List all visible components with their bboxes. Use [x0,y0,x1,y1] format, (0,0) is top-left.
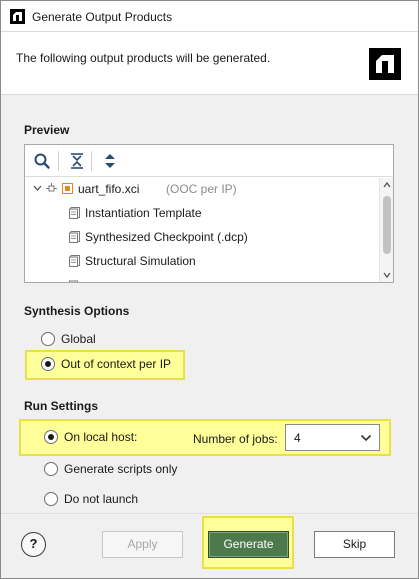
preview-panel: uart_fifo.xci (OOC per IP) Instantiation… [24,144,394,283]
number-of-jobs-select[interactable]: 4 [285,424,380,451]
global-radio-option[interactable]: Global [41,329,161,351]
generate-button[interactable]: Generate [208,531,289,558]
local-host-radio-option[interactable]: On local host: [44,427,164,449]
footer-divider [1,513,418,514]
chevron-down-icon[interactable] [360,434,372,442]
preview-toolbar [25,145,393,177]
do-not-launch-radio[interactable] [44,492,58,506]
chevron-down-icon[interactable] [33,185,42,192]
ooc-radio-option[interactable]: Out of context per IP [41,354,181,376]
preview-label: Preview [24,123,70,137]
synthesis-options-label: Synthesis Options [24,304,130,318]
tree-row-root[interactable]: uart_fifo.xci (OOC per IP) [25,178,379,200]
tree-row-child[interactable]: Instantiation Template [25,202,379,224]
generate-output-products-dialog: Generate Output Products The following o… [0,0,419,579]
dialog-header: The following output products will be ge… [1,32,418,95]
tree-root-name: uart_fifo.xci [78,182,140,196]
tree-child-label: Synthesized Checkpoint (.dcp) [85,230,248,244]
preview-scrollbar[interactable] [379,178,393,282]
scripts-only-radio[interactable] [44,462,58,476]
skip-button[interactable]: Skip [314,531,395,558]
help-button[interactable]: ? [21,532,46,557]
global-radio[interactable] [41,332,55,346]
tree-child-label: Instantiation Template [85,206,202,220]
document-icon [69,255,80,267]
tree-row-child-partial [25,274,379,282]
tree-row-child[interactable]: Structural Simulation [25,250,379,272]
document-icon [69,280,78,282]
ip-core-icon [62,183,73,194]
number-of-jobs-value: 4 [294,431,301,445]
expand-all-icon[interactable] [100,151,120,171]
do-not-launch-radio-option[interactable]: Do not launch [44,489,164,511]
preview-tree: uart_fifo.xci (OOC per IP) Instantiation… [25,178,379,282]
tree-row-child[interactable]: Synthesized Checkpoint (.dcp) [25,226,379,248]
amd-logo-icon [369,48,401,80]
collapse-all-icon[interactable] [67,151,87,171]
scripts-only-radio-label: Generate scripts only [64,462,178,476]
global-radio-label: Global [61,332,96,346]
app-logo-icon [10,9,25,24]
header-message: The following output products will be ge… [16,51,271,65]
do-not-launch-radio-label: Do not launch [64,492,139,506]
ip-hierarchy-icon [46,183,57,192]
scroll-thumb[interactable] [383,196,391,254]
scripts-only-radio-option[interactable]: Generate scripts only [44,459,204,481]
document-icon [69,207,80,219]
number-of-jobs-label: Number of jobs: [193,432,278,446]
local-host-radio-label: On local host: [64,430,138,444]
tree-child-label: Structural Simulation [85,254,196,268]
document-icon [69,231,80,243]
toolbar-separator [91,151,92,171]
window-title: Generate Output Products [32,10,173,24]
ooc-radio-label: Out of context per IP [61,357,172,371]
tree-root-suffix: (OOC per IP) [166,182,237,196]
apply-button[interactable]: Apply [102,531,183,558]
title-bar: Generate Output Products [1,1,418,32]
local-host-radio[interactable] [44,430,58,444]
search-icon[interactable] [32,151,52,171]
run-settings-label: Run Settings [24,399,98,413]
scroll-up-icon[interactable] [382,180,392,190]
ooc-radio[interactable] [41,357,55,371]
scroll-down-icon[interactable] [382,270,392,280]
toolbar-separator [58,151,59,171]
